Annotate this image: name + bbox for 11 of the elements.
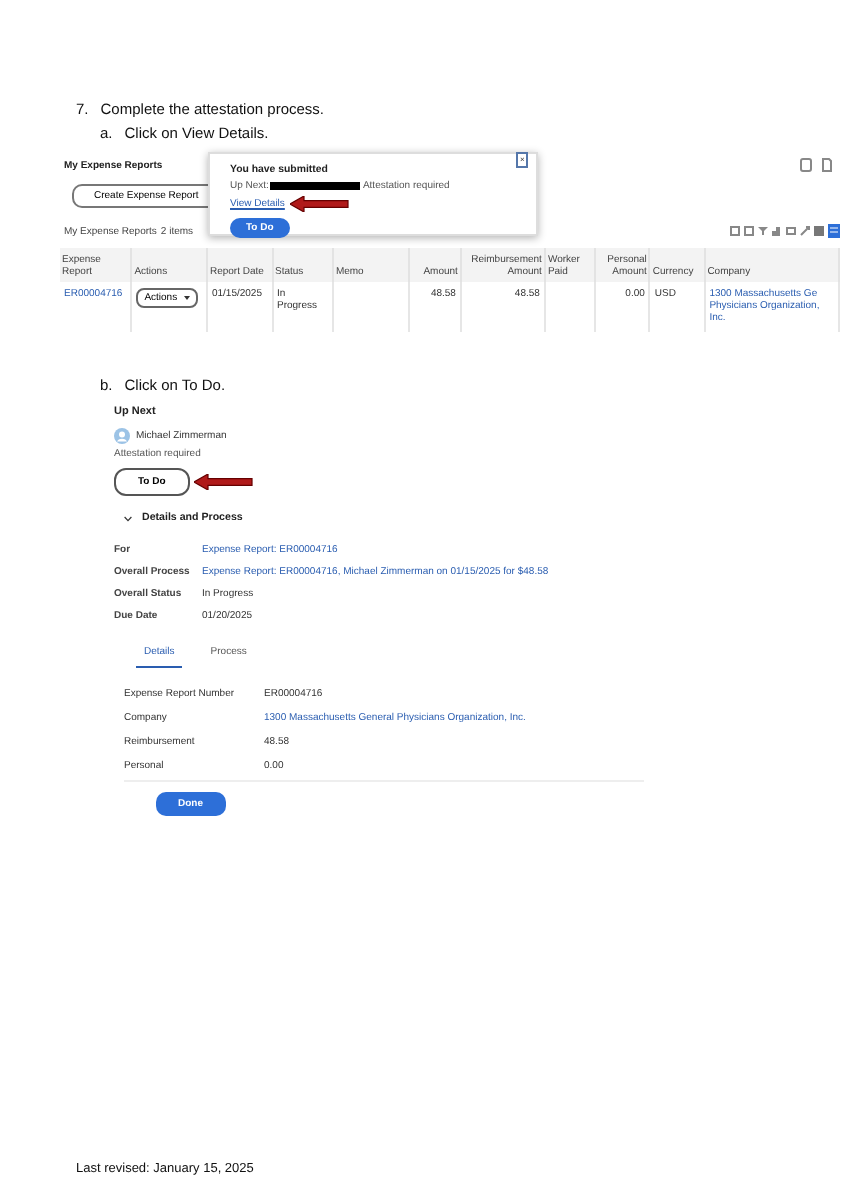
document-icon[interactable] [822,158,832,172]
pointer-arrow-icon [290,196,351,212]
grid-view-icon[interactable] [828,224,840,238]
chevron-icon[interactable] [124,515,132,521]
filter-icon[interactable] [758,226,768,236]
avatar-icon [114,428,130,444]
caret-icon [183,296,190,300]
redaction-bar [270,182,361,190]
export-icon[interactable] [800,158,812,172]
pointer-arrow-icon [193,474,254,490]
expand-icon[interactable] [800,226,810,236]
